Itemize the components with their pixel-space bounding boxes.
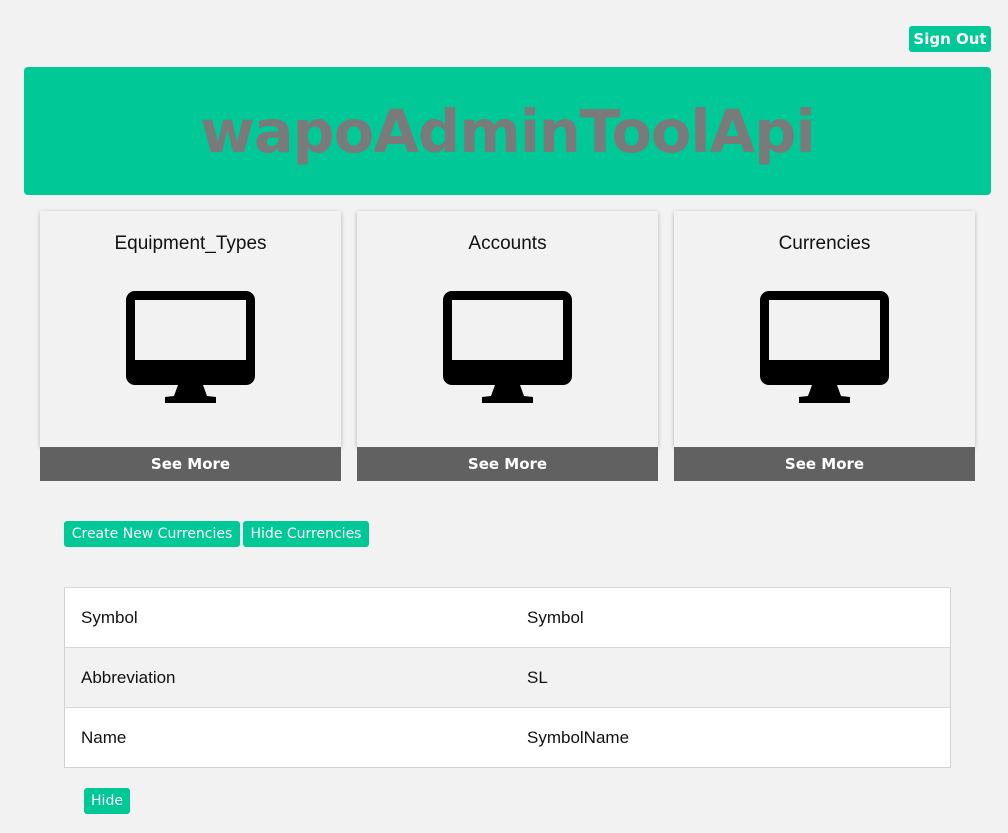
field-value: Symbol: [511, 587, 951, 648]
card-title: Accounts: [468, 233, 547, 254]
table-row: Abbreviation SL: [64, 647, 951, 708]
card-accounts: Accounts See More: [357, 211, 658, 481]
see-more-accounts[interactable]: See More: [357, 447, 658, 481]
see-more-equipment-types[interactable]: See More: [40, 447, 341, 481]
field-label: Name: [64, 707, 511, 768]
hide-button[interactable]: Hide: [84, 788, 130, 814]
monitor-icon: [126, 291, 255, 403]
card-title: Equipment_Types: [114, 233, 267, 254]
sign-out-button[interactable]: Sign Out: [909, 26, 991, 52]
field-label: Abbreviation: [64, 647, 511, 708]
card-body: Currencies: [674, 211, 975, 447]
table-row: Name SymbolName: [64, 707, 951, 768]
create-new-currencies-button[interactable]: Create New Currencies: [64, 521, 240, 547]
card-body: Equipment_Types: [40, 211, 341, 447]
card-body: Accounts: [357, 211, 658, 447]
hide-currencies-button[interactable]: Hide Currencies: [243, 521, 369, 547]
app-title: wapoAdminToolApi: [200, 96, 816, 166]
card-title: Currencies: [778, 233, 871, 254]
app-banner: wapoAdminToolApi: [24, 67, 991, 195]
field-value: SL: [511, 647, 951, 708]
monitor-icon: [443, 291, 572, 403]
currency-detail-table: Symbol Symbol Abbreviation SL Name Symbo…: [64, 587, 951, 768]
card-currencies: Currencies See More: [674, 211, 975, 481]
table-row: Symbol Symbol: [64, 587, 951, 648]
field-value: SymbolName: [511, 707, 951, 768]
see-more-currencies[interactable]: See More: [674, 447, 975, 481]
monitor-icon: [760, 291, 889, 403]
card-equipment-types: Equipment_Types See More: [40, 211, 341, 481]
field-label: Symbol: [64, 587, 511, 648]
